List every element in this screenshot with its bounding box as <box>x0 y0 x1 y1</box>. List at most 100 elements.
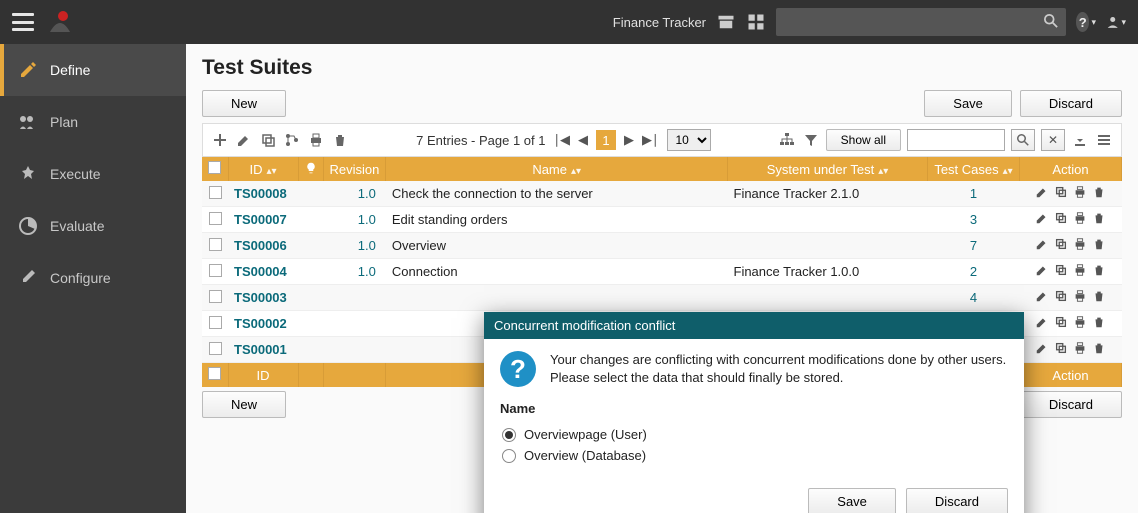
row-print-icon[interactable] <box>1073 185 1087 202</box>
row-delete-icon[interactable] <box>1092 237 1106 254</box>
col-name[interactable]: Name▴▾ <box>386 157 728 181</box>
row-print-icon[interactable] <box>1073 211 1087 228</box>
row-copy-icon[interactable] <box>1054 341 1068 358</box>
row-id[interactable]: TS00006 <box>228 233 298 259</box>
edit-icon[interactable] <box>235 131 253 149</box>
row-checkbox[interactable] <box>202 181 228 207</box>
row-checkbox[interactable] <box>202 337 228 363</box>
row-testcases[interactable]: 7 <box>928 233 1020 259</box>
col-system[interactable]: System under Test▴▾ <box>728 157 928 181</box>
row-id[interactable]: TS00002 <box>228 311 298 337</box>
row-copy-icon[interactable] <box>1054 185 1068 202</box>
sidebar-item-define[interactable]: Define <box>0 44 186 96</box>
row-edit-icon[interactable] <box>1035 237 1049 254</box>
row-delete-icon[interactable] <box>1092 185 1106 202</box>
row-checkbox[interactable] <box>202 233 228 259</box>
row-testcases[interactable]: 1 <box>928 181 1020 207</box>
row-copy-icon[interactable] <box>1054 211 1068 228</box>
row-copy-icon[interactable] <box>1054 237 1068 254</box>
grid-icon[interactable] <box>746 12 766 32</box>
sidebar-item-execute[interactable]: Execute <box>0 148 186 200</box>
row-copy-icon[interactable] <box>1054 315 1068 332</box>
row-copy-icon[interactable] <box>1054 289 1068 306</box>
global-search-input[interactable] <box>784 15 1044 30</box>
sidebar-item-evaluate[interactable]: Evaluate <box>0 200 186 252</box>
radio-icon[interactable] <box>502 428 516 442</box>
row-edit-icon[interactable] <box>1035 315 1049 332</box>
row-testcases[interactable]: 2 <box>928 259 1020 285</box>
row-delete-icon[interactable] <box>1092 211 1106 228</box>
radio-option-user[interactable]: Overviewpage (User) <box>500 424 1008 445</box>
row-id[interactable]: TS00003 <box>228 285 298 311</box>
row-id[interactable]: TS00008 <box>228 181 298 207</box>
global-search[interactable] <box>776 8 1066 36</box>
row-id[interactable]: TS00004 <box>228 259 298 285</box>
col-testcases[interactable]: Test Cases▴▾ <box>928 157 1020 181</box>
menu-toggle-icon[interactable] <box>12 13 34 31</box>
list-menu-icon[interactable] <box>1095 131 1113 149</box>
modal-save-button[interactable]: Save <box>808 488 896 513</box>
filter-input[interactable] <box>907 129 1005 151</box>
row-checkbox[interactable] <box>202 207 228 233</box>
row-testcases[interactable]: 4 <box>928 285 1020 311</box>
modal-discard-button[interactable]: Discard <box>906 488 1008 513</box>
help-icon[interactable]: ?▾ <box>1076 12 1096 32</box>
current-page[interactable]: 1 <box>596 130 616 150</box>
row-edit-icon[interactable] <box>1035 263 1049 280</box>
footer-checkbox[interactable] <box>202 363 228 388</box>
row-checkbox[interactable] <box>202 259 228 285</box>
row-edit-icon[interactable] <box>1035 341 1049 358</box>
search-filter-icon[interactable] <box>1011 129 1035 151</box>
export-icon[interactable] <box>1071 131 1089 149</box>
sidebar-item-plan[interactable]: Plan <box>0 96 186 148</box>
row-print-icon[interactable] <box>1073 341 1087 358</box>
row-checkbox[interactable] <box>202 311 228 337</box>
row-id[interactable]: TS00001 <box>228 337 298 363</box>
last-page-icon[interactable]: ▶∣ <box>642 132 659 148</box>
table-row[interactable]: TS00003 4 <box>202 285 1122 311</box>
row-delete-icon[interactable] <box>1092 315 1106 332</box>
clear-filter-icon[interactable]: ✕ <box>1041 129 1065 151</box>
row-edit-icon[interactable] <box>1035 289 1049 306</box>
prev-page-icon[interactable]: ◀ <box>578 132 588 148</box>
new-button-bottom[interactable]: New <box>202 391 286 418</box>
show-all-button[interactable]: Show all <box>826 129 901 151</box>
filter-icon[interactable] <box>802 131 820 149</box>
row-delete-icon[interactable] <box>1092 289 1106 306</box>
table-row[interactable]: TS00008 1.0 Check the connection to the … <box>202 181 1122 207</box>
row-print-icon[interactable] <box>1073 263 1087 280</box>
radio-option-database[interactable]: Overview (Database) <box>500 445 1008 466</box>
radio-icon[interactable] <box>502 449 516 463</box>
search-icon[interactable] <box>1044 14 1058 31</box>
sidebar-item-configure[interactable]: Configure <box>0 252 186 304</box>
row-copy-icon[interactable] <box>1054 263 1068 280</box>
branch-icon[interactable] <box>283 131 301 149</box>
table-row[interactable]: TS00007 1.0 Edit standing orders 3 <box>202 207 1122 233</box>
next-page-icon[interactable]: ▶ <box>624 132 634 148</box>
col-bulb[interactable] <box>298 157 323 181</box>
col-revision[interactable]: Revision <box>323 157 386 181</box>
archive-icon[interactable] <box>716 12 736 32</box>
row-delete-icon[interactable] <box>1092 341 1106 358</box>
save-button[interactable]: Save <box>924 90 1012 117</box>
row-delete-icon[interactable] <box>1092 263 1106 280</box>
new-button[interactable]: New <box>202 90 286 117</box>
row-print-icon[interactable] <box>1073 289 1087 306</box>
user-menu-icon[interactable]: ▾ <box>1106 12 1126 32</box>
table-row[interactable]: TS00006 1.0 Overview 7 <box>202 233 1122 259</box>
delete-icon[interactable] <box>331 131 349 149</box>
row-print-icon[interactable] <box>1073 315 1087 332</box>
first-page-icon[interactable]: ∣◀ <box>554 132 571 148</box>
table-row[interactable]: TS00004 1.0 Connection Finance Tracker 1… <box>202 259 1122 285</box>
tree-icon[interactable] <box>778 131 796 149</box>
row-checkbox[interactable] <box>202 285 228 311</box>
add-icon[interactable] <box>211 131 229 149</box>
page-size-select[interactable]: 10 <box>667 129 711 151</box>
row-testcases[interactable]: 3 <box>928 207 1020 233</box>
col-checkbox[interactable] <box>202 157 228 181</box>
row-print-icon[interactable] <box>1073 237 1087 254</box>
row-id[interactable]: TS00007 <box>228 207 298 233</box>
copy-icon[interactable] <box>259 131 277 149</box>
row-edit-icon[interactable] <box>1035 211 1049 228</box>
discard-button-bottom[interactable]: Discard <box>1020 391 1122 418</box>
